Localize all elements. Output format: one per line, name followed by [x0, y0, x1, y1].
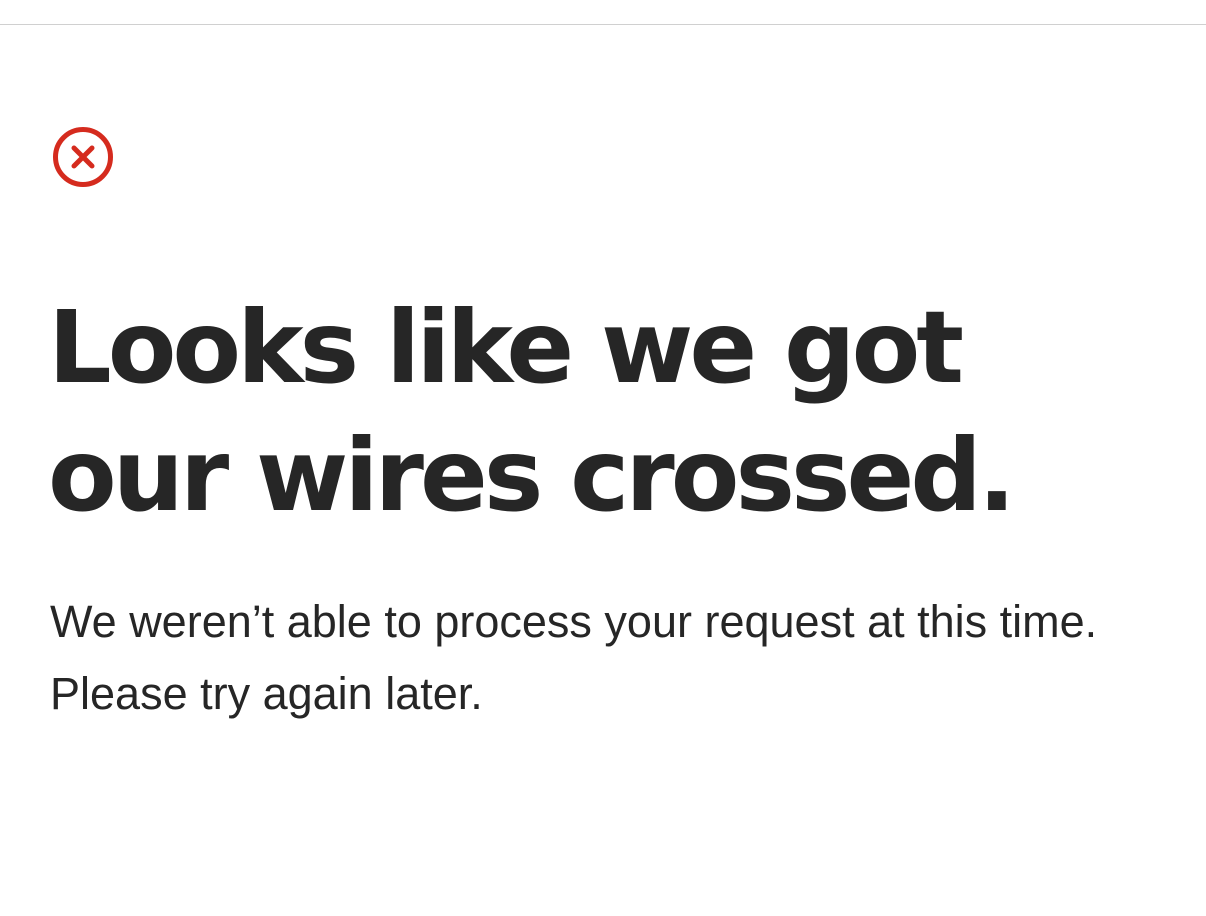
error-headline: Looks like we got our wires crossed. — [48, 289, 1016, 534]
error-message: We weren’t able to process your request … — [50, 596, 1098, 719]
error-page: Looks like we got our wires crossed. We … — [0, 0, 1206, 916]
top-divider — [0, 24, 1206, 25]
error-circle-x-icon — [52, 126, 114, 188]
